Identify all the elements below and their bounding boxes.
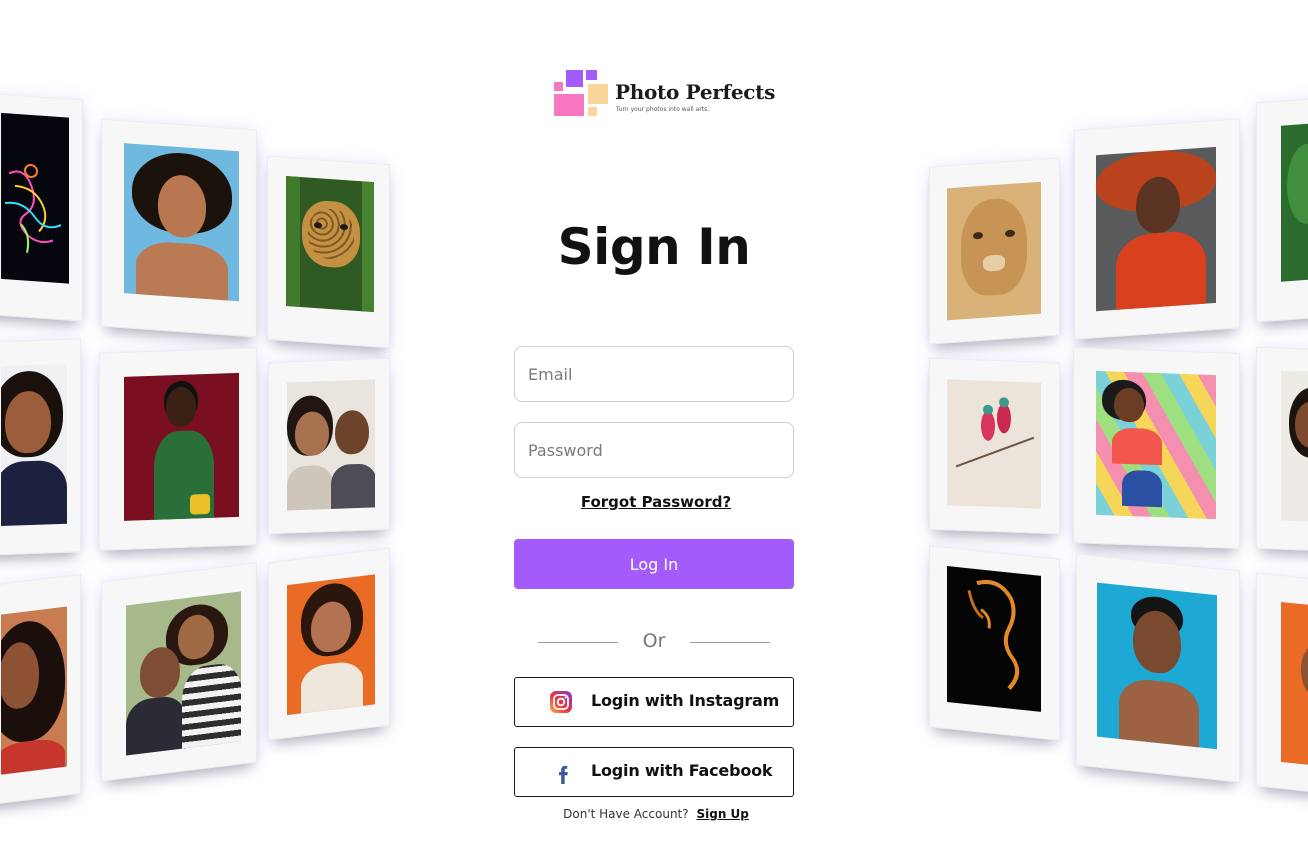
gallery-frame-woman-portrait-partial bbox=[1256, 346, 1308, 552]
gallery-frame-smiling-woman-braids bbox=[0, 338, 81, 556]
email-input[interactable] bbox=[514, 346, 794, 402]
silhouette-image bbox=[967, 579, 1020, 690]
neon-dancer-image bbox=[4, 163, 62, 253]
gallery-frame-laughing-woman bbox=[101, 118, 257, 338]
gallery-frame-tropical-leaves bbox=[1256, 97, 1308, 323]
login-with-instagram-button[interactable]: Login with Instagram bbox=[514, 677, 794, 727]
log-in-button[interactable]: Log In bbox=[514, 539, 794, 589]
gallery-frame-smiling-couple bbox=[268, 357, 390, 535]
sign-in-page: Photo Perfects Turn your photos into wal… bbox=[0, 0, 1308, 864]
password-input[interactable] bbox=[514, 422, 794, 478]
gallery-frame-hugging-couple bbox=[101, 562, 257, 782]
divider-or-label: Or bbox=[642, 630, 666, 652]
gallery-frame-lioness bbox=[929, 157, 1060, 345]
page-title: Sign In bbox=[557, 218, 751, 276]
gallery-frame-silhouette-orange bbox=[929, 545, 1060, 741]
signup-row: Don't Have Account? Sign Up bbox=[514, 807, 798, 821]
facebook-button-label: Login with Facebook bbox=[591, 761, 773, 780]
gallery-frame-woman-curly-hair bbox=[0, 573, 81, 807]
gallery-frame-jaguar bbox=[267, 155, 390, 349]
brand-name: Photo Perfects bbox=[615, 80, 776, 104]
gallery-frame-bee-eater-birds bbox=[929, 357, 1060, 535]
brand-logo[interactable]: Photo Perfects Turn your photos into wal… bbox=[553, 69, 775, 121]
gallery-frame-neon-dancer bbox=[0, 92, 83, 322]
signup-prompt: Don't Have Account? bbox=[563, 807, 689, 821]
instagram-button-label: Login with Instagram bbox=[591, 691, 780, 710]
login-with-facebook-button[interactable]: Login with Facebook bbox=[514, 747, 794, 797]
gallery-frame-woman-red-background bbox=[99, 347, 257, 551]
gallery-frame-woman-orange-background bbox=[268, 547, 390, 741]
instagram-icon bbox=[550, 691, 572, 713]
gallery-frame-woman-orange-partial bbox=[1256, 572, 1308, 794]
forgot-password-link[interactable]: Forgot Password? bbox=[514, 493, 798, 511]
divider-line-right bbox=[690, 642, 770, 643]
facebook-icon bbox=[558, 765, 568, 784]
gallery-frame-woman-red-hat bbox=[1074, 118, 1240, 340]
divider-line-left bbox=[538, 642, 618, 643]
brand-tagline: Turn your photos into wall arts. bbox=[616, 106, 710, 113]
gallery-frame-woman-blue-background bbox=[1076, 553, 1240, 783]
gallery-frame-woman-colorful-floor bbox=[1073, 347, 1240, 549]
sign-up-link[interactable]: Sign Up bbox=[696, 807, 748, 821]
